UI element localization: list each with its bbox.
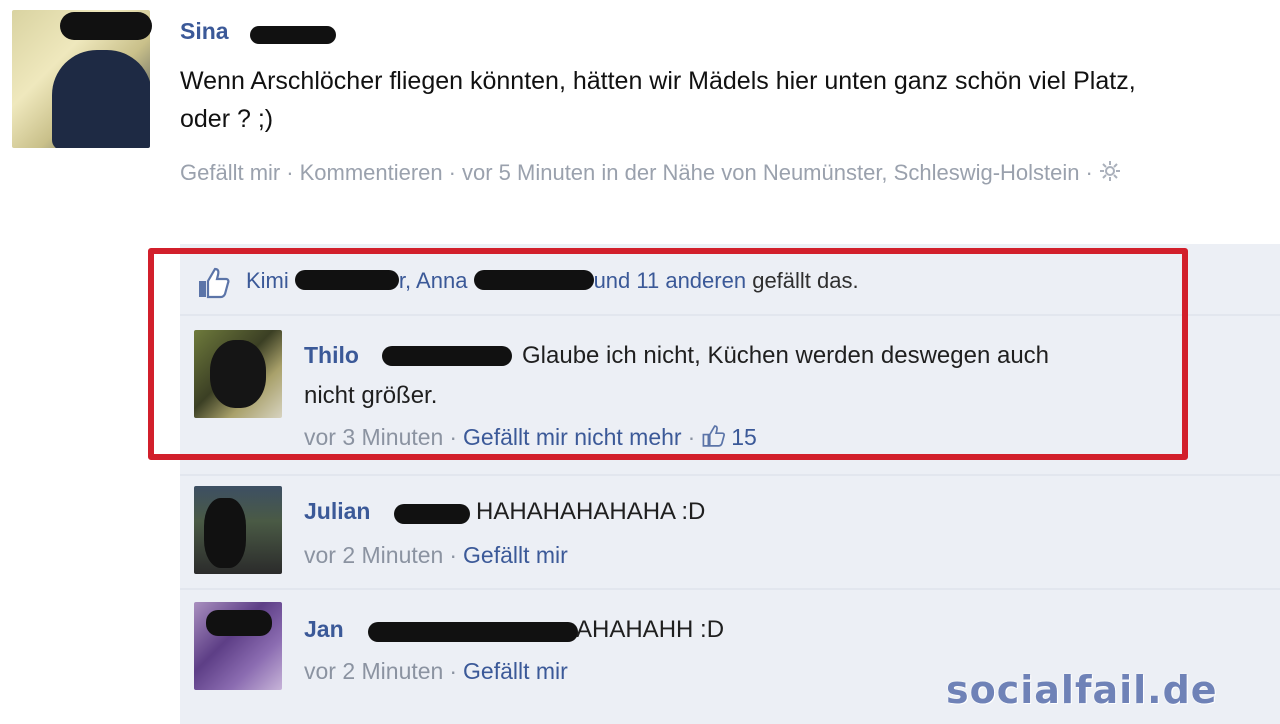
settings-gear-icon[interactable] [1099, 159, 1121, 191]
comment-time[interactable]: vor 2 Minuten [304, 658, 443, 684]
comment-text-continued: nicht größer. [304, 382, 438, 409]
redaction-bar [382, 346, 512, 366]
redaction-bar [60, 12, 152, 40]
redaction-bar [294, 270, 399, 290]
comment-author[interactable]: Julian [304, 498, 370, 525]
comment-link[interactable]: Kommentieren [300, 160, 443, 185]
comment-time[interactable]: vor 3 Minuten [304, 424, 443, 450]
likes-tail: gefällt das. [752, 268, 859, 293]
likes-summary: Kimi r, Anna und 11 anderen gefällt das. [180, 262, 1280, 306]
watermark: socialfail.de [946, 668, 1218, 712]
post-text: Wenn Arschlöcher fliegen könnten, hätten… [180, 67, 1136, 133]
redaction-bar [368, 622, 578, 642]
comment-avatar[interactable] [194, 602, 282, 690]
post-time-location[interactable]: vor 5 Minuten in der Nähe von Neumünster… [462, 160, 1080, 185]
like-link[interactable]: Gefällt mir [463, 658, 568, 684]
thumbs-up-icon [196, 266, 232, 300]
comment-meta: vor 2 Minuten · Gefällt mir [304, 658, 568, 684]
like-link[interactable]: Gefällt mir [463, 542, 568, 568]
unlike-link[interactable]: Gefällt mir nicht mehr [463, 424, 682, 450]
like-count: 15 [731, 424, 757, 450]
comment-time[interactable]: vor 2 Minuten [304, 542, 443, 568]
redaction-bar [473, 270, 594, 290]
liker-name-1[interactable]: Kimi [246, 268, 289, 293]
comment-text: Glaube ich nicht, Küchen werden deswegen… [522, 342, 1050, 369]
redaction-bar [394, 504, 470, 524]
comment-meta: vor 3 Minuten · Gefällt mir nicht mehr · 15 [304, 424, 757, 454]
comment-author[interactable]: Thilo [304, 342, 359, 369]
comment-item: Julian HAHAHAHAHAHA :D vor 2 Minuten · Gef… [180, 474, 1280, 584]
comment-text: HAHAHAHAHAHA :D [476, 498, 706, 525]
like-link[interactable]: Gefällt mir [180, 160, 280, 185]
post-meta: Gefällt mir · Kommentieren · vor 5 Minuten i… [180, 157, 1275, 191]
comment-avatar[interactable] [194, 330, 282, 418]
redaction-bar [250, 26, 336, 44]
liker-name-2[interactable]: Anna [416, 268, 467, 293]
comment-item: Thilo Glaube ich nicht, Küchen werden de… [180, 314, 1280, 458]
comment-like-count[interactable]: 15 [701, 424, 757, 450]
poster-name[interactable]: Sina [180, 18, 229, 45]
others-link[interactable]: und 11 anderen [594, 268, 747, 293]
thumbs-up-icon [701, 424, 727, 454]
comment-meta: vor 2 Minuten · Gefällt mir [304, 542, 568, 568]
comment-author[interactable]: Jan [304, 616, 344, 643]
comment-avatar[interactable] [194, 486, 282, 574]
liker-name-1-end[interactable]: r, [399, 268, 411, 293]
comment-text: AHAHAHH :D [576, 616, 725, 643]
